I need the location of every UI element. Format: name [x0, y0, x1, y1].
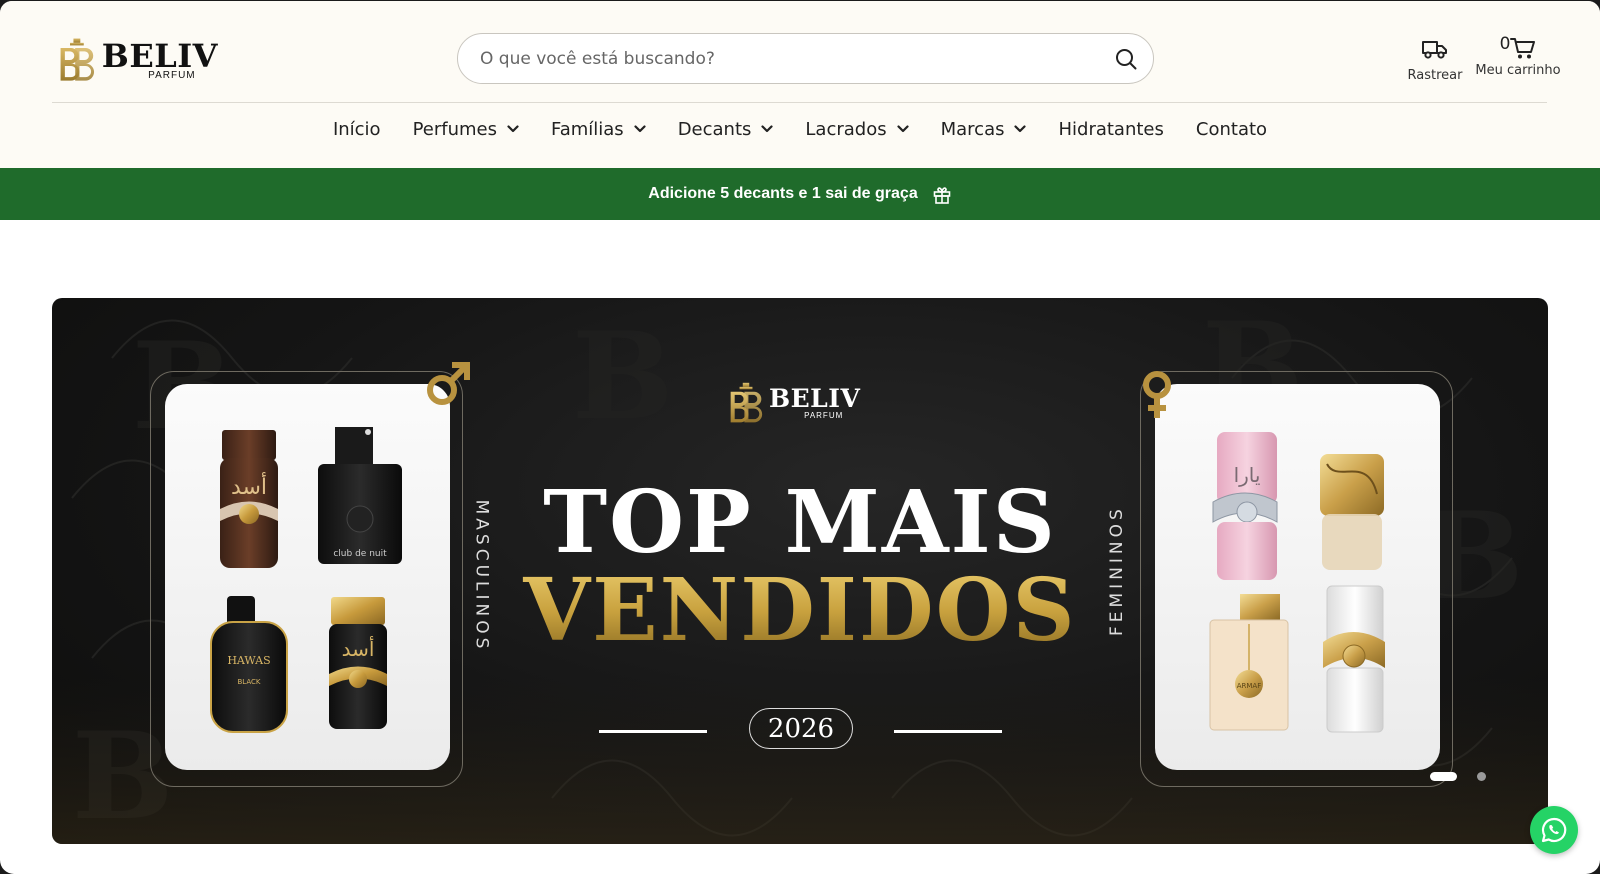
- carousel-dot[interactable]: [1477, 772, 1486, 781]
- svg-text:BLACK: BLACK: [237, 678, 260, 686]
- nav-item-contato[interactable]: Contato: [1196, 119, 1267, 140]
- year-line-right: [894, 730, 1002, 733]
- nav-label: Famílias: [551, 118, 624, 140]
- chevron-down-icon: [897, 125, 909, 133]
- male-symbol-icon: [427, 362, 470, 405]
- brand-logo[interactable]: BELIV PARFUM: [58, 32, 218, 88]
- header-divider: [52, 102, 1547, 103]
- banner-monogram-icon: [730, 382, 763, 423]
- nav-label: Marcas: [940, 118, 1005, 140]
- banner-title-line2: VENDIDOS: [52, 566, 1548, 656]
- promo-text: Adicione 5 decants e 1 sai de graça: [648, 185, 918, 202]
- nav-label: Decants: [677, 118, 752, 140]
- nav-label: Hidratantes: [1058, 118, 1164, 140]
- truck-icon: [1422, 41, 1447, 59]
- chevron-down-icon: [507, 125, 519, 133]
- nav-label: Início: [332, 118, 381, 140]
- nav-label: Contato: [1195, 118, 1268, 140]
- whatsapp-button[interactable]: [1530, 806, 1578, 854]
- logo-subtitle: PARFUM: [148, 69, 196, 81]
- banner-logo: BELIV PARFUM: [728, 382, 860, 424]
- main-nav: Início Perfumes Famílias Decants Lacrado…: [0, 109, 1600, 149]
- logo-wordmark: BELIV: [101, 36, 218, 75]
- chevron-down-icon: [1014, 125, 1027, 133]
- chevron-down-icon: [761, 125, 774, 133]
- cart-button[interactable]: 0 Meu carrinho: [1463, 35, 1573, 78]
- nav-item-inicio[interactable]: Início: [333, 119, 381, 140]
- nav-item-marcas[interactable]: Marcas: [941, 119, 1027, 140]
- cart-icon: [1510, 38, 1536, 59]
- product-label: ARMAF: [1237, 682, 1262, 690]
- cart-count-badge: 0: [1499, 34, 1511, 54]
- nav-item-decants[interactable]: Decants: [678, 119, 774, 140]
- logo-monogram-icon: [60, 38, 95, 81]
- promo-bar[interactable]: Adicione 5 decants e 1 sai de graça: [0, 168, 1600, 220]
- hero-banner[interactable]: B B B B B: [52, 298, 1548, 844]
- logo-text: BELIV PARFUM: [102, 40, 218, 81]
- nav-label: Perfumes: [412, 118, 497, 140]
- nav-item-lacrados[interactable]: Lacrados: [805, 118, 909, 140]
- year-badge: 2026: [749, 708, 853, 749]
- gift-icon: [933, 187, 951, 204]
- nav-item-hidratantes[interactable]: Hidratantes: [1058, 119, 1163, 140]
- search-bar: [457, 33, 1154, 84]
- site-header: BELIV PARFUM Rastrear: [0, 1, 1600, 168]
- nav-item-familias[interactable]: Famílias: [551, 119, 646, 140]
- page: BELIV PARFUM Rastrear: [0, 1, 1600, 874]
- female-symbol-icon: [1143, 371, 1171, 418]
- banner-title-line1: TOP MAIS: [543, 472, 1057, 573]
- nav-label: Lacrados: [805, 118, 887, 140]
- nav-item-perfumes[interactable]: Perfumes: [413, 119, 519, 140]
- search-input[interactable]: [458, 34, 1099, 83]
- year-line-left: [599, 730, 707, 733]
- search-button[interactable]: [1099, 34, 1153, 83]
- banner-logo-sub: PARFUM: [804, 411, 844, 420]
- search-icon: [1116, 48, 1137, 69]
- banner-logo-word: BELIV: [769, 384, 861, 413]
- svg-text:B: B: [572, 306, 673, 447]
- cart-label: Meu carrinho: [1475, 63, 1561, 78]
- whatsapp-icon: [1541, 817, 1567, 843]
- carousel-dot-active[interactable]: [1430, 772, 1457, 781]
- chevron-down-icon: [634, 125, 646, 133]
